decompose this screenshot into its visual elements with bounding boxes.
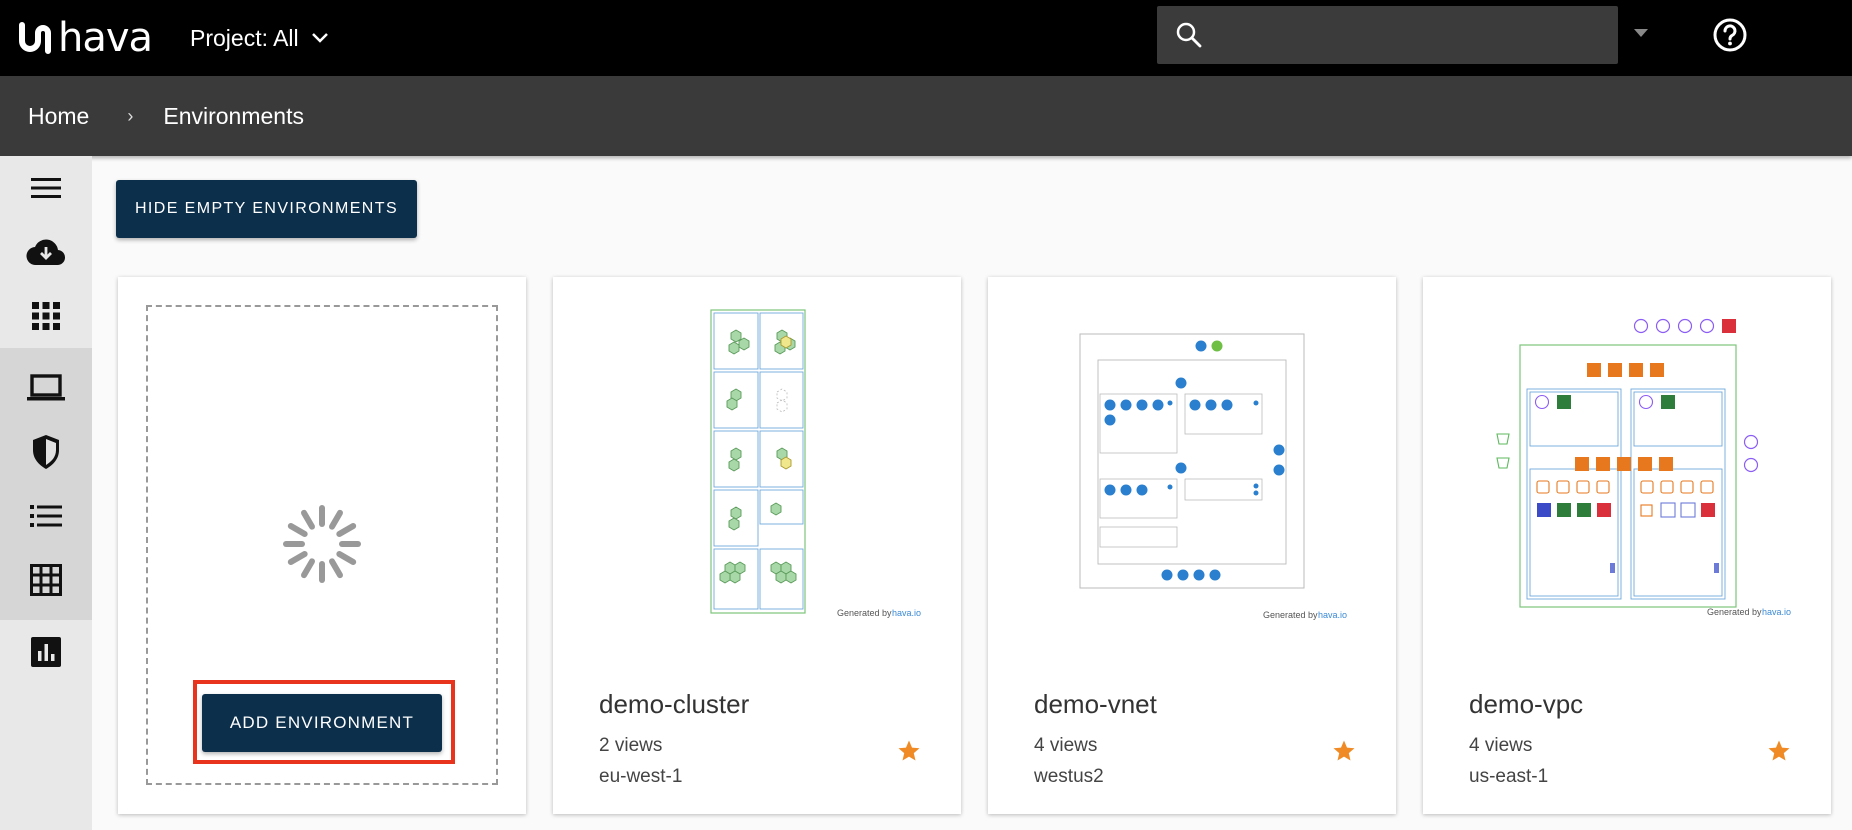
generated-by-brand: hava.io [1318, 610, 1347, 620]
add-environment-button[interactable]: ADD ENVIRONMENT [202, 694, 442, 752]
table-grid-icon [30, 564, 62, 596]
environment-name[interactable]: demo-vpc [1469, 689, 1583, 720]
generated-by-text: Generated by [1707, 607, 1762, 617]
environment-diagram-thumbnail[interactable]: Generated by hava.io [553, 297, 961, 627]
logo-text: hava [58, 15, 153, 61]
bar-chart-icon [31, 637, 61, 667]
environment-card-demo-cluster[interactable]: Generated by hava.io demo-cluster 2 view… [553, 277, 961, 814]
project-selector[interactable]: Project: All [190, 18, 329, 58]
environment-name[interactable]: demo-vnet [1034, 689, 1157, 720]
sidebar-item-security[interactable] [0, 420, 92, 484]
hava-logo-icon [19, 22, 51, 54]
apps-grid-icon [32, 302, 60, 330]
environment-card-demo-vnet[interactable]: Generated by hava.io demo-vnet 4 views w… [988, 277, 1396, 814]
environment-region: us-east-1 [1469, 766, 1549, 787]
environment-region: westus2 [1034, 766, 1104, 787]
laptop-icon [27, 374, 65, 401]
hide-empty-environments-button[interactable]: HIDE EMPTY ENVIRONMENTS [116, 180, 417, 238]
hava-logo[interactable]: hava [18, 14, 153, 62]
list-icon [30, 505, 62, 527]
breadcrumb: Home › Environments [0, 76, 1852, 156]
generated-by-brand: hava.io [1762, 607, 1791, 617]
search-icon [1176, 22, 1202, 48]
sidebar-item-reports[interactable] [0, 620, 92, 684]
help-icon[interactable] [1712, 17, 1748, 53]
search-box[interactable] [1157, 6, 1618, 64]
search-dropdown-icon[interactable] [1633, 28, 1649, 38]
star-icon[interactable] [897, 739, 921, 763]
environment-region: eu-west-1 [599, 766, 683, 787]
cloud-download-icon [26, 239, 66, 266]
sidebar-item-import[interactable] [0, 220, 92, 284]
star-icon[interactable] [1767, 739, 1791, 763]
environment-diagram-thumbnail[interactable]: Generated by hava.io [988, 297, 1396, 627]
star-icon[interactable] [1332, 739, 1356, 763]
environment-views-count: 4 views [1469, 735, 1533, 756]
environment-name[interactable]: demo-cluster [599, 689, 749, 720]
environment-card-demo-vpc[interactable]: Generated by hava.io demo-vpc 4 views us… [1423, 277, 1831, 814]
sidebar-item-environments[interactable] [0, 356, 92, 420]
generated-by-text: Generated by [837, 608, 892, 618]
generated-by-text: Generated by [1263, 610, 1318, 620]
search-input[interactable] [1217, 23, 1607, 47]
generated-by-brand: hava.io [892, 608, 921, 618]
breadcrumb-separator: › [127, 105, 134, 126]
sidebar-item-table[interactable] [0, 548, 92, 612]
chevron-down-icon [311, 33, 328, 43]
top-bar: hava Project: All [0, 0, 1852, 76]
loading-spinner-icon [283, 505, 361, 583]
project-label: Project: All [190, 24, 299, 51]
environment-diagram-thumbnail[interactable]: Generated by hava.io [1423, 297, 1831, 627]
environment-views-count: 4 views [1034, 735, 1098, 756]
environment-views-count: 2 views [599, 735, 663, 756]
breadcrumb-current: Environments [163, 102, 304, 129]
sidebar-item-list[interactable] [0, 484, 92, 548]
sidebar [0, 156, 92, 830]
hamburger-icon [31, 178, 61, 198]
shield-icon [33, 435, 59, 469]
sidebar-item-apps[interactable] [0, 284, 92, 348]
sidebar-item-menu[interactable] [0, 156, 92, 220]
breadcrumb-home[interactable]: Home [28, 103, 89, 130]
